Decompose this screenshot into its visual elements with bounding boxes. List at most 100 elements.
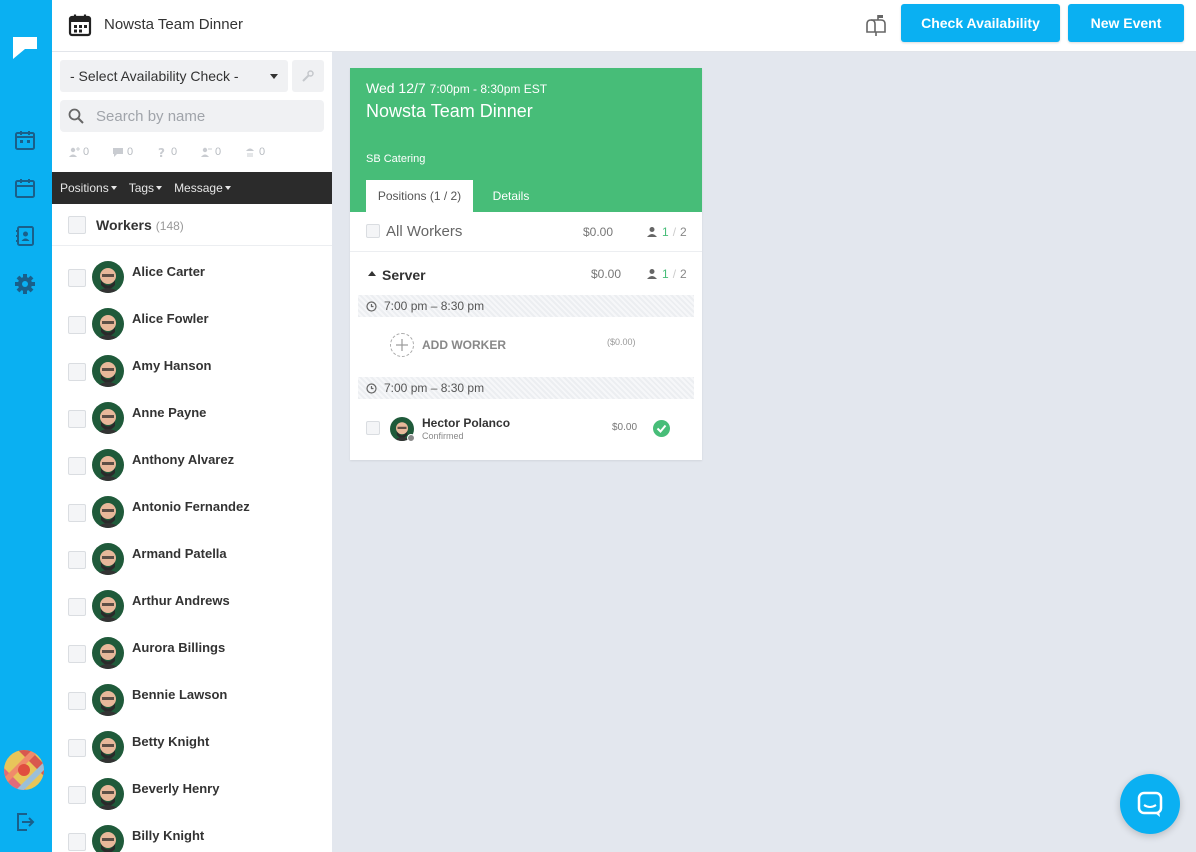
list-item[interactable]: Bennie Lawson [52,670,332,717]
tab-details[interactable]: Details [481,180,541,212]
chat-bubble-icon [1137,791,1163,817]
avatar [92,449,124,481]
list-item[interactable]: Arthur Andrews [52,576,332,623]
organization-avatar[interactable] [4,750,44,790]
assigned-worker-row[interactable]: Hector Polanco Confirmed $0.00 [350,408,702,448]
worker-checkbox[interactable] [68,833,86,851]
list-item[interactable]: Anne Payne [52,388,332,435]
worker-checkbox[interactable] [68,363,86,381]
worker-name: Billy Knight [132,828,205,843]
avatar [92,778,124,810]
assigned-worker-amount: $0.00 [612,422,638,433]
filled-count: 1 [662,225,669,239]
worker-name: Betty Knight [132,734,210,749]
filter-unknown[interactable]: ? 0 [156,144,200,160]
events-calendar-icon[interactable] [13,128,37,152]
filter-messaged[interactable]: 0 [112,144,156,160]
worker-name: Alice Carter [132,264,205,279]
worker-checkbox[interactable] [68,551,86,569]
worker-checkbox[interactable] [68,269,86,287]
list-item[interactable]: Beverly Henry [52,764,332,811]
list-item[interactable]: Amy Hanson [52,341,332,388]
filter-available[interactable]: 0 [68,144,112,160]
collapse-triangle-icon[interactable] [368,271,376,276]
positions-menu[interactable]: Positions [60,181,117,195]
filter-unavailable[interactable]: 0 [200,144,244,160]
worker-checkbox[interactable] [68,410,86,428]
worker-checkbox[interactable] [68,645,86,663]
dropdown-arrow-icon [156,186,163,190]
tags-menu[interactable]: Tags [129,181,163,195]
worker-checkbox[interactable] [68,598,86,616]
event-calendar-icon [68,13,92,37]
support-chat-button[interactable] [1120,774,1180,834]
nowsta-logo-icon[interactable] [12,36,38,60]
person-minus-icon [201,147,212,157]
avatar [92,261,124,293]
worker-checkbox[interactable] [68,692,86,710]
list-item[interactable]: Armand Patella [52,529,332,576]
list-item[interactable]: Betty Knight [52,717,332,764]
all-workers-row[interactable]: All Workers $0.00 1/2 [350,212,702,252]
position-amount: $0.00 [591,267,622,281]
clock-icon [366,301,377,312]
availability-check-value: - Select Availability Check - [70,68,239,84]
fill-separator: / [672,267,677,281]
worker-name: Antonio Fernandez [132,499,250,514]
list-item[interactable]: Anthony Alvarez [52,435,332,482]
list-item[interactable]: Alice Carter [52,247,332,294]
position-server-row[interactable]: Server $0.00 1/2 [350,254,702,294]
worker-checkbox[interactable] [68,316,86,334]
person-icon [647,227,657,237]
logout-icon[interactable] [13,810,37,834]
worker-checkbox[interactable] [68,739,86,757]
workers-count: (148) [155,219,184,233]
worker-name: Aurora Billings [132,640,226,655]
new-event-button[interactable]: New Event [1068,4,1184,42]
list-item[interactable]: Aurora Billings [52,623,332,670]
workers-label: Workers [96,217,152,233]
settings-gear-icon[interactable] [13,272,37,296]
worker-panel: - Select Availability Check - 0 0 ? 0 0 … [52,52,332,852]
all-workers-checkbox[interactable] [366,224,380,238]
contacts-book-icon[interactable] [13,224,37,248]
availability-check-select[interactable]: - Select Availability Check - [60,60,288,92]
shift-bar[interactable]: 7:00 pm – 8:30 pm [358,295,694,317]
worker-checkbox[interactable] [68,504,86,522]
mailbox-icon[interactable] [864,13,888,37]
worker-name: Armand Patella [132,546,227,561]
all-workers-fill: 1/2 [646,225,687,239]
message-menu[interactable]: Message [174,181,231,195]
schedule-calendar-icon[interactable] [13,176,37,200]
worker-toolbar: Positions Tags Message [52,172,332,204]
event-card: Wed 12/7 7:00pm - 8:30pm EST Nowsta Team … [350,68,702,460]
list-item[interactable]: Antonio Fernandez [52,482,332,529]
person-plus-icon [69,147,80,157]
avatar [92,496,124,528]
assigned-worker-name: Hector Polanco [422,416,511,430]
add-plus-icon [390,333,414,357]
worker-name: Arthur Andrews [132,593,230,608]
confirmed-check-icon [653,420,670,437]
caret-down-icon [270,74,278,79]
tab-positions[interactable]: Positions (1 / 2) [366,180,473,212]
list-item[interactable]: Billy Knight [52,811,332,852]
avatar [92,684,124,716]
add-worker-button[interactable]: ADD WORKER [390,332,506,358]
worker-checkbox[interactable] [68,457,86,475]
list-item[interactable]: Alice Fowler [52,294,332,341]
worker-name: Anthony Alvarez [132,452,235,467]
all-workers-amount: $0.00 [583,225,614,239]
select-all-workers-checkbox[interactable] [68,216,86,234]
wrench-button[interactable] [292,60,324,92]
filter-count: 0 [83,146,90,158]
shift-bar[interactable]: 7:00 pm – 8:30 pm [358,377,694,399]
event-date-line: Wed 12/7 7:00pm - 8:30pm EST [366,80,547,96]
event-name: Nowsta Team Dinner [366,101,533,121]
check-availability-button[interactable]: Check Availability [901,4,1060,42]
chat-icon [113,148,123,157]
search-input[interactable] [96,106,316,126]
assigned-worker-checkbox[interactable] [366,421,380,435]
filter-other[interactable]: 0 [244,144,288,160]
worker-checkbox[interactable] [68,786,86,804]
